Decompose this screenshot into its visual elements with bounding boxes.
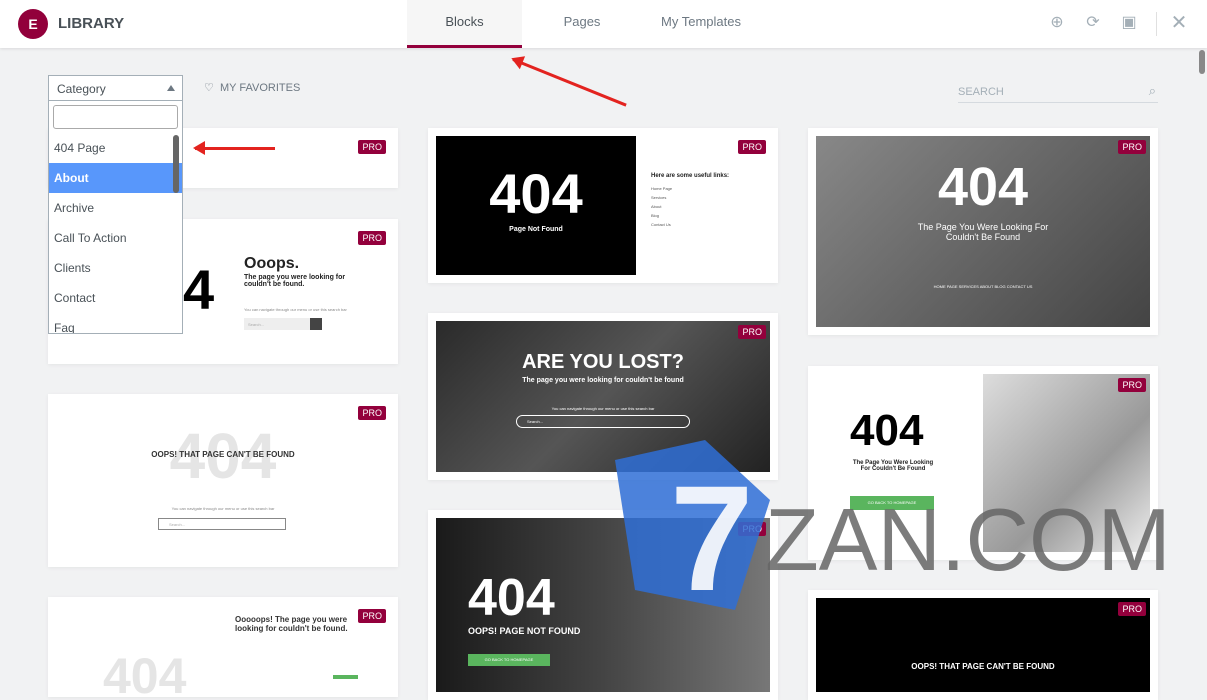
preview-search-button	[310, 318, 322, 330]
option-call-to-action[interactable]: Call To Action	[49, 223, 182, 253]
preview-sub: Page Not Found	[509, 226, 563, 233]
preview-404: 404	[850, 406, 924, 455]
annotation-arrow	[193, 141, 275, 155]
preview-link: Home Page	[651, 186, 673, 191]
pro-badge: PRO	[1118, 140, 1146, 154]
library-header: E LIBRARY Blocks Pages My Templates ⊕ ⟳ …	[0, 0, 1207, 48]
search-input[interactable]: SEARCH ⌕	[958, 79, 1158, 103]
preview-button: GO BACK TO HOMEPAGE	[850, 496, 934, 510]
pro-badge: PRO	[358, 231, 386, 245]
template-card[interactable]: PRO 404 OOPS! THAT PAGE CAN'T BE FOUND Y…	[48, 394, 398, 567]
preview-note: You can navigate through our menu or use…	[551, 406, 655, 411]
save-icon[interactable]: ▣	[1119, 13, 1139, 33]
search-icon: ⌕	[1148, 83, 1156, 98]
my-favorites-filter[interactable]: ♡ MY FAVORITES	[204, 81, 300, 94]
preview-404: 4	[183, 258, 215, 321]
divider	[1156, 12, 1157, 36]
preview-link: Services	[651, 195, 667, 200]
preview-404: 404	[937, 157, 1029, 217]
preview-title: Ooooops! The page you were looking for c…	[235, 615, 348, 633]
caret-up-icon	[167, 85, 175, 91]
preview-search: Search...	[158, 518, 286, 530]
preview-404: 404	[103, 648, 187, 697]
pro-badge: PRO	[358, 140, 386, 154]
pro-badge: PRO	[358, 609, 386, 623]
preview-link: About	[651, 204, 662, 209]
template-card[interactable]: OOPS! THAT PAGE CAN'T BE FOUND PRO	[808, 590, 1158, 700]
template-card[interactable]: PRO 404 Ooooops! The page you were looki…	[48, 597, 398, 697]
tab-my-templates[interactable]: My Templates	[642, 0, 760, 48]
category-label: Category	[57, 82, 106, 96]
option-faq[interactable]: Faq	[49, 313, 182, 333]
preview-image: 404 The Page You Were Looking For Couldn…	[816, 136, 1150, 327]
annotation-arrow	[512, 58, 627, 107]
preview-button	[333, 675, 358, 679]
pro-badge: PRO	[738, 325, 766, 339]
option-clients[interactable]: Clients	[49, 253, 182, 283]
preview-note: You can navigate through our menu or use…	[171, 506, 275, 511]
preview-link: Blog	[651, 213, 660, 218]
option-404-page[interactable]: 404 Page	[49, 133, 182, 163]
preview-title: Ooops.	[244, 255, 300, 272]
preview-image: 404 Page Not Found	[436, 136, 636, 275]
preview-image: OOPS! THAT PAGE CAN'T BE FOUND	[816, 598, 1150, 692]
preview-title: ARE YOU LOST?	[522, 351, 684, 373]
preview-search: Search...	[516, 415, 690, 428]
category-select[interactable]: Category	[48, 75, 183, 101]
preview-sub: OOPS! PAGE NOT FOUND	[468, 626, 581, 636]
preview-404: 404	[489, 162, 583, 225]
template-card[interactable]: PRO 404 Page Not Found Here are some use…	[428, 128, 778, 283]
option-archive[interactable]: Archive	[49, 193, 182, 223]
pro-badge: PRO	[1118, 378, 1146, 392]
pro-badge: PRO	[738, 522, 766, 536]
pro-badge: PRO	[738, 140, 766, 154]
elementor-logo: E	[18, 9, 48, 39]
search-placeholder: SEARCH	[958, 86, 1004, 98]
preview-note: You can navigate through our menu or use…	[244, 307, 347, 312]
preview-button: GO BACK TO HOMEPAGE	[468, 654, 550, 666]
preview-sub: The page you were looking for couldn't b…	[244, 274, 346, 288]
pro-badge: PRO	[358, 406, 386, 420]
tab-blocks[interactable]: Blocks	[407, 0, 522, 48]
heart-icon: ♡	[204, 82, 214, 94]
preview-links: Home Page Services About Blog Contact Us	[651, 184, 672, 229]
favorites-label: MY FAVORITES	[220, 82, 301, 94]
template-card[interactable]: ARE YOU LOST? The page you were looking …	[428, 313, 778, 480]
preview-image	[983, 374, 1150, 552]
preview-image: ARE YOU LOST? The page you were looking …	[436, 321, 770, 472]
category-dropdown: 404 Page About Archive Call To Action Cl…	[48, 101, 183, 334]
library-title: LIBRARY	[58, 15, 125, 32]
preview-image: 404 OOPS! PAGE NOT FOUND GO BACK TO HOME…	[436, 518, 770, 692]
preview-nav: HOME PAGE SERVICES ABOUT BLOG CONTACT US	[933, 284, 1033, 289]
preview-sub: The page you were looking for couldn't b…	[522, 377, 684, 384]
upload-icon[interactable]: ⊕	[1047, 13, 1067, 33]
option-about[interactable]: About	[49, 163, 182, 193]
template-card[interactable]: 404 OOPS! PAGE NOT FOUND GO BACK TO HOME…	[428, 510, 778, 700]
dropdown-scrollbar[interactable]	[173, 135, 179, 193]
preview-404: 404	[468, 569, 555, 627]
preview-title: OOPS! THAT PAGE CAN'T BE FOUND	[911, 662, 1055, 671]
template-card[interactable]: 404 The Page You Were Looking For Couldn…	[808, 128, 1158, 335]
template-card[interactable]: 404 The Page You Were Looking For Couldn…	[808, 366, 1158, 560]
preview-title: OOPS! THAT PAGE CAN'T BE FOUND	[151, 450, 295, 459]
tab-pages[interactable]: Pages	[522, 0, 642, 48]
close-icon[interactable]: ✕	[1169, 13, 1189, 33]
preview-search: Search...	[244, 318, 310, 330]
preview-sub: The Page You Were Looking For Couldn't B…	[917, 222, 1049, 242]
preview-links-title: Here are some useful links:	[651, 173, 730, 179]
pro-badge: PRO	[1118, 602, 1146, 616]
option-contact[interactable]: Contact	[49, 283, 182, 313]
preview-sub: The Page You Were Looking For Couldn't B…	[852, 460, 934, 472]
page-scrollbar[interactable]	[1199, 50, 1205, 74]
dropdown-search-input[interactable]	[53, 105, 178, 129]
sync-icon[interactable]: ⟳	[1083, 13, 1103, 33]
preview-link: Contact Us	[651, 222, 671, 227]
